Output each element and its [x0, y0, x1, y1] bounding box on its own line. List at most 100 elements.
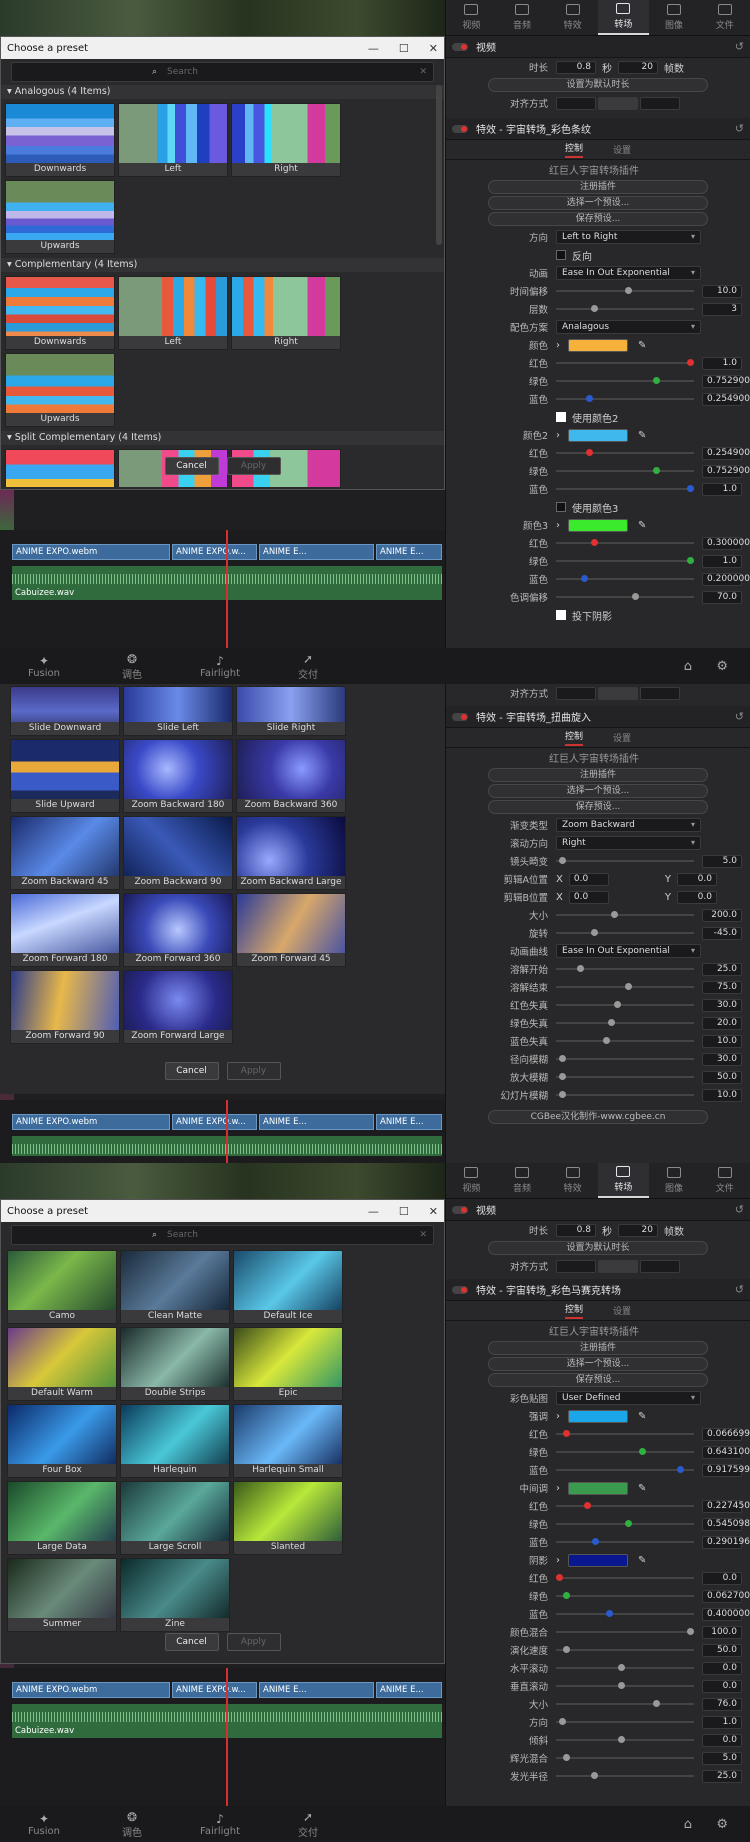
animation-select[interactable]: Ease In Out Exponential [556, 944, 701, 958]
duration-frames[interactable]: 20 [618, 60, 658, 74]
use-color2-checkbox[interactable] [556, 412, 566, 422]
layers-slider[interactable] [556, 305, 694, 312]
tab-file[interactable]: 文件 [699, 1163, 750, 1198]
shadow-swatch[interactable] [568, 1553, 628, 1567]
video-clip[interactable]: ANIME EXPO.webm [12, 1114, 170, 1130]
preset-thumb[interactable]: Zoom Backward 90 [123, 816, 233, 890]
close-icon[interactable]: ✕ [429, 42, 438, 55]
preset-thumb[interactable]: Left [118, 276, 228, 350]
preset-thumb[interactable]: Camo [7, 1250, 117, 1324]
video-clip[interactable]: ANIME EXPO.w... [172, 1682, 257, 1698]
eyedropper-icon[interactable]: ✎ [638, 1555, 646, 1566]
preset-thumb[interactable]: Zoom Forward 360 [123, 893, 233, 967]
tab-settings[interactable]: 设置 [613, 143, 631, 156]
maximize-icon[interactable]: ☐ [399, 1205, 409, 1218]
video-clip[interactable]: ANIME EXPO.webm [12, 544, 170, 560]
type-select[interactable]: Zoom Backward [556, 818, 701, 832]
toggle[interactable] [452, 42, 468, 51]
preset-thumb[interactable]: Zine [120, 1558, 230, 1632]
playhead[interactable] [226, 1100, 228, 1163]
preset-thumb[interactable]: Slide Right [236, 686, 346, 736]
playhead[interactable] [226, 530, 228, 648]
cancel-button[interactable]: Cancel [164, 457, 219, 475]
cancel-button[interactable]: Cancel [164, 1633, 219, 1651]
register-button[interactable]: 注册插件 [488, 768, 708, 782]
direction-select[interactable]: Right [556, 836, 701, 850]
use-color3-checkbox[interactable] [556, 502, 566, 512]
midtone-swatch[interactable] [568, 1481, 628, 1495]
video-clip[interactable]: ANIME E... [259, 544, 374, 560]
preset-thumb[interactable]: Downwards [5, 103, 115, 177]
preset-thumb[interactable]: Slide Left [123, 686, 233, 736]
tab-audio[interactable]: 音频 [497, 1163, 548, 1198]
tab-file[interactable]: 文件 [699, 0, 750, 35]
credit-link[interactable]: CGBee汉化制作-www.cgbee.cn [488, 1110, 708, 1124]
minimize-icon[interactable]: — [368, 42, 379, 55]
tab-image[interactable]: 图像 [649, 1163, 700, 1198]
preset-thumb[interactable]: Zoom Backward 45 [10, 816, 120, 890]
eyedropper-icon[interactable]: ✎ [638, 430, 646, 441]
shadow-checkbox[interactable] [556, 610, 566, 620]
preset-thumb[interactable]: Upwards [5, 353, 115, 427]
maximize-icon[interactable]: ☐ [399, 42, 409, 55]
register-button[interactable]: 注册插件 [488, 1341, 708, 1355]
nav-fusion[interactable]: ✦ Fusion [0, 1812, 88, 1837]
video-clip[interactable]: ANIME EXPO.w... [172, 544, 257, 560]
reverse-checkbox[interactable] [556, 250, 566, 260]
save-preset-button[interactable]: 保存预设... [488, 212, 708, 226]
tab-control[interactable]: 控制 [564, 1302, 583, 1319]
animation-select[interactable]: Ease In Out Exponential [556, 266, 701, 280]
video-clip[interactable]: ANIME EXPO.w... [172, 1114, 257, 1130]
eyedropper-icon[interactable]: ✎ [638, 1483, 646, 1494]
video-clip[interactable]: ANIME E... [259, 1114, 374, 1130]
alignment-selector[interactable] [556, 96, 680, 110]
fx-header[interactable]: 特效 - 宇宙转场_彩色条纹 ↺ [446, 118, 750, 140]
preset-thumb[interactable]: Zoom Forward 180 [10, 893, 120, 967]
color-map-select[interactable]: User Defined [556, 1391, 701, 1405]
preset-thumb[interactable]: Zoom Forward 45 [236, 893, 346, 967]
tab-settings[interactable]: 设置 [613, 1304, 631, 1317]
choose-preset-button[interactable]: 选择一个预设... [488, 784, 708, 798]
set-default-button[interactable]: 设置为默认时长 [488, 78, 708, 92]
tab-effects[interactable]: 特效 [547, 0, 598, 35]
group-analogous[interactable]: ▾ Analogous (4 Items) [1, 85, 444, 99]
search-input[interactable]: ⌕ Search ✕ [11, 62, 434, 82]
preset-thumb[interactable]: Epic [233, 1327, 343, 1401]
direction-select[interactable]: Left to Right [556, 230, 701, 244]
home-icon[interactable]: ⌂ [684, 1817, 692, 1832]
choose-preset-button[interactable]: 选择一个预设... [488, 196, 708, 210]
playhead[interactable] [226, 1668, 228, 1806]
save-preset-button[interactable]: 保存预设... [488, 800, 708, 814]
nav-deliver[interactable]: ➚ 交付 [264, 652, 352, 681]
preset-thumb[interactable]: Double Strips [120, 1327, 230, 1401]
tab-image[interactable]: 图像 [649, 0, 700, 35]
group-split-complementary[interactable]: ▾ Split Complementary (4 Items) [1, 431, 444, 445]
preset-thumb[interactable]: Right [231, 103, 341, 177]
reset-icon[interactable]: ↺ [735, 710, 744, 723]
apply-button[interactable]: Apply [226, 1062, 281, 1080]
alignment-selector[interactable] [556, 686, 680, 700]
tab-control[interactable]: 控制 [564, 729, 583, 746]
preset-thumb[interactable]: Left [118, 103, 228, 177]
duration-frames[interactable]: 20 [618, 1223, 658, 1237]
preset-thumb[interactable]: Default Warm [7, 1327, 117, 1401]
tab-effects[interactable]: 特效 [547, 1163, 598, 1198]
tab-settings[interactable]: 设置 [613, 731, 631, 744]
cancel-button[interactable]: Cancel [164, 1062, 219, 1080]
tab-control[interactable]: 控制 [564, 141, 583, 158]
nav-fairlight[interactable]: ♪ Fairlight [176, 654, 264, 679]
preset-thumb[interactable]: Summer [7, 1558, 117, 1632]
nav-color[interactable]: ❂ 调色 [88, 1810, 176, 1839]
preset-thumb[interactable]: Zoom Backward 180 [123, 739, 233, 813]
color2-swatch[interactable] [568, 428, 628, 442]
choose-preset-button[interactable]: 选择一个预设... [488, 1357, 708, 1371]
video-header[interactable]: 视频 ↺ [446, 1199, 750, 1221]
video-clip[interactable]: ANIME E... [376, 544, 442, 560]
set-default-button[interactable]: 设置为默认时长 [488, 1241, 708, 1255]
eyedropper-icon[interactable]: ✎ [638, 340, 646, 351]
preset-thumb[interactable]: Zoom Backward 360 [236, 739, 346, 813]
video-clip[interactable]: ANIME E... [376, 1114, 442, 1130]
preset-thumb[interactable]: Large Data [7, 1481, 117, 1555]
eyedropper-icon[interactable]: ✎ [638, 1411, 646, 1422]
fx-header[interactable]: 特效 - 宇宙转场_彩色马赛克转场 ↺ [446, 1279, 750, 1301]
